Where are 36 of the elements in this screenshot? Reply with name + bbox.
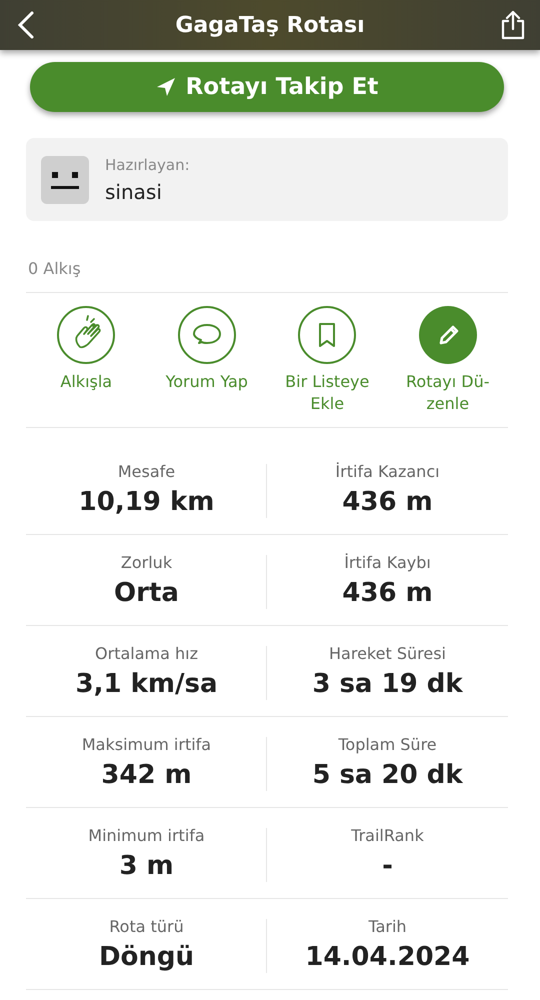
action-button[interactable]: Bir Listeye Ekle [267, 305, 388, 415]
clap-count: 0 Alkış [27, 259, 81, 278]
stat-value: 10,19 km [78, 486, 214, 516]
stat-label: İrtifa Kaybı [344, 552, 431, 572]
stat-value: 3 sa 19 dk [312, 668, 463, 698]
screen-title: GagaTaş Rotası [175, 12, 365, 38]
action-button[interactable]: Alkışla [26, 305, 146, 415]
stat-label: Mesafe [118, 462, 176, 480]
stat-value: 342 m [101, 760, 192, 790]
author-name[interactable]: sinasi [105, 180, 190, 204]
stat-value: 14.04.2024 [305, 942, 470, 972]
action-button[interactable]: Rotayı Dü- zenle [388, 305, 508, 415]
stat-value: 3,1 km/sa [75, 668, 218, 698]
stat-label: TrailRank [351, 826, 424, 844]
author-caption: Hazırlayan: [105, 156, 190, 174]
follow-route-button[interactable]: Rotayı Takip Et [30, 62, 504, 112]
stat-value: 3 m [119, 850, 174, 880]
action-button[interactable]: Yorum Yap [146, 305, 267, 415]
stat-label: Tarih [368, 916, 407, 936]
navigation-arrow-icon [156, 77, 176, 97]
stat-label: Zorluk [120, 552, 172, 572]
stat-value: 5 sa 20 dk [312, 760, 463, 790]
stat-value: 436 m [342, 486, 433, 516]
stat-label: İrtifa Kazancı [335, 462, 440, 480]
avatar-icon [41, 156, 89, 204]
stat-label: Hareket Süresi [329, 644, 446, 662]
stat-value: Döngü [98, 942, 194, 972]
share-icon[interactable] [500, 10, 526, 40]
stat-label: Ortalama hız [95, 644, 198, 662]
stat-value: 436 m [342, 578, 433, 608]
stat-value: - [382, 850, 393, 880]
stat-label: Rota türü [109, 916, 184, 936]
stat-label: Maksimum irtifa [82, 734, 212, 754]
stat-label: Toplam Süre [338, 734, 437, 754]
stat-value: Orta [114, 578, 179, 608]
stat-label: Minimum irtifa [88, 826, 205, 844]
